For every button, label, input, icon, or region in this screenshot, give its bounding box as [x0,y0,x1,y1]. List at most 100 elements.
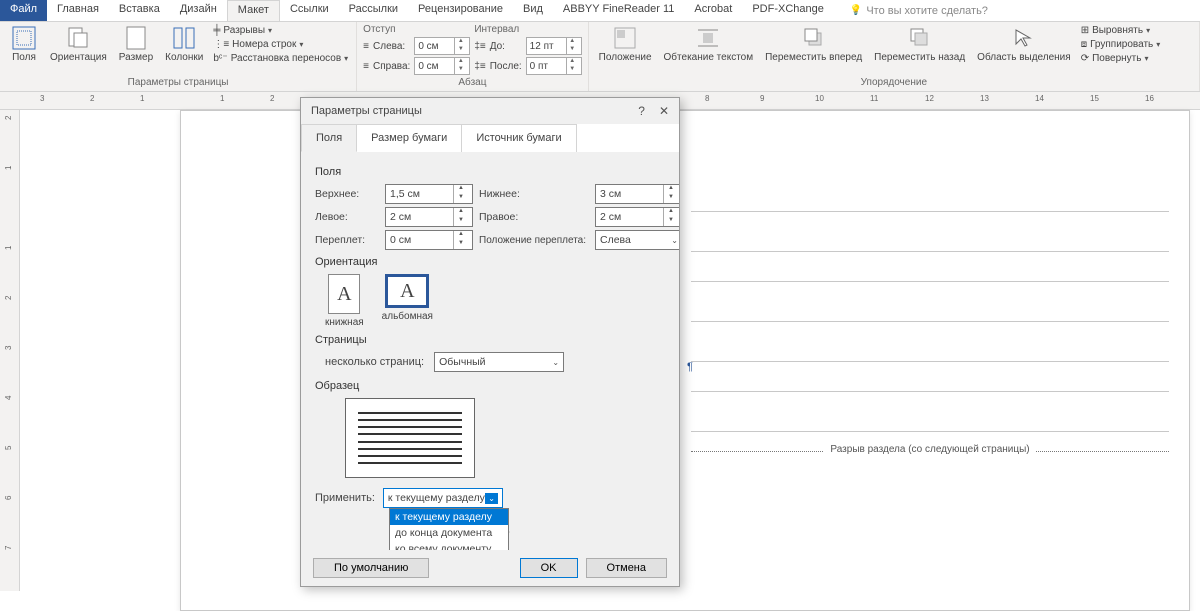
orientation-landscape[interactable]: A альбомная [382,274,433,328]
hyphenation-button[interactable]: bᶜ⁻Расстановка переносов▾ [211,52,350,65]
dialog-tab-paper[interactable]: Размер бумаги [356,124,462,152]
tab-review[interactable]: Рецензирование [408,0,513,21]
cancel-button[interactable]: Отмена [586,558,667,578]
tab-abbyy[interactable]: ABBYY FineReader 11 [553,0,685,21]
spin-up-icon[interactable]: ▲ [454,185,468,194]
backward-button[interactable]: Переместить назад [870,24,969,65]
table-line [691,431,1169,432]
spin-up-icon[interactable]: ▲ [664,208,678,217]
gutter-input[interactable]: 0 см▲▼ [385,230,473,250]
default-button[interactable]: По умолчанию [313,558,429,578]
columns-icon [170,26,198,50]
top-margin-input[interactable]: 1,5 см▲▼ [385,184,473,204]
orientation-button[interactable]: Ориентация [46,24,111,65]
dialog-tab-margins[interactable]: Поля [301,124,357,152]
gutter-label: Переплет: [315,234,379,246]
apply-to-dropdown: к текущему разделу до конца документа ко… [389,508,509,550]
size-label: Размер [119,52,153,63]
group-arrange: Положение Обтекание текстом Переместить … [589,22,1200,91]
table-line [691,361,1169,362]
spin-up-icon[interactable]: ▲ [566,38,578,46]
columns-button[interactable]: Колонки [161,24,207,65]
right-margin-input[interactable]: 2 см▲▼ [595,207,679,227]
forward-button[interactable]: Переместить вперед [761,24,866,65]
spin-up-icon[interactable]: ▲ [454,38,466,46]
bottom-margin-label: Нижнее: [479,188,589,200]
apply-to-select[interactable]: к текущему разделу⌄ [383,488,503,508]
spin-down-icon[interactable]: ▼ [454,66,466,74]
dialog-title: Параметры страницы [311,105,422,117]
indent-right-input[interactable]: 0 см▲▼ [414,57,470,75]
spacing-after-input[interactable]: 0 пт▲▼ [526,57,582,75]
spin-down-icon[interactable]: ▼ [664,217,678,226]
spin-up-icon[interactable]: ▲ [454,208,468,217]
tab-insert[interactable]: Вставка [109,0,170,21]
breaks-button[interactable]: ╪Разрывы▾ [211,24,350,37]
spin-down-icon[interactable]: ▼ [566,46,578,54]
spacing-after-label: После: [490,61,522,72]
tab-layout[interactable]: Макет [227,0,280,21]
table-line [691,281,1169,282]
position-icon [611,26,639,50]
spin-up-icon[interactable]: ▲ [454,231,468,240]
align-button[interactable]: ⊞Выровнять▾ [1079,24,1163,37]
ribbon-tabs: Файл Главная Вставка Дизайн Макет Ссылки… [0,0,1200,22]
orientation-icon [64,26,92,50]
gutter-pos-select[interactable]: Слева⌄ [595,230,679,250]
spin-down-icon[interactable]: ▼ [454,217,468,226]
tab-file[interactable]: Файл [0,0,47,21]
margins-label: Поля [12,52,36,63]
close-icon[interactable]: ✕ [659,104,669,118]
apply-option-current-section[interactable]: к текущему разделу [390,509,508,525]
tab-mailings[interactable]: Рассылки [339,0,408,21]
portrait-icon: A [328,274,360,314]
orientation-portrait[interactable]: A книжная [325,274,364,328]
columns-label: Колонки [165,52,203,63]
pages-section-label: Страницы [315,334,665,346]
left-margin-input[interactable]: 2 см▲▼ [385,207,473,227]
group-objects-button[interactable]: ⧈Группировать▾ [1079,38,1163,51]
dialog-tab-source[interactable]: Источник бумаги [461,124,576,152]
tab-pdfxchange[interactable]: PDF-XChange [742,0,834,21]
tell-me-search[interactable]: 💡 Что вы хотите сделать? [840,0,998,21]
spacing-before-input[interactable]: 12 пт▲▼ [526,37,582,55]
tab-home[interactable]: Главная [47,0,109,21]
indent-left-input[interactable]: 0 см▲▼ [414,37,470,55]
wrap-button[interactable]: Обтекание текстом [660,24,758,65]
spin-up-icon[interactable]: ▲ [664,185,678,194]
help-icon[interactable]: ? [638,104,645,118]
vertical-ruler[interactable]: 2 1 1 2 3 4 5 6 7 [0,110,20,591]
tab-references[interactable]: Ссылки [280,0,339,21]
section-break: Разрыв раздела (со следующей страницы) [691,451,1169,463]
margins-button[interactable]: Поля [6,24,42,65]
line-numbers-button[interactable]: ⋮≡Номера строк▾ [211,38,350,51]
multi-pages-select[interactable]: Обычный⌄ [434,352,564,372]
preview-section-label: Образец [315,380,665,392]
tell-me-label: Что вы хотите сделать? [866,5,988,17]
position-button[interactable]: Положение [595,24,656,65]
spacing-before-icon: ‡≡ [474,41,485,52]
size-button[interactable]: Размер [115,24,157,65]
rotate-button[interactable]: ⟳Повернуть▾ [1079,52,1163,65]
indent-right-label: Справа: [373,61,410,72]
bring-forward-icon [800,26,828,50]
ok-button[interactable]: OK [520,558,578,578]
paragraph-mark-icon: ¶ [687,361,693,373]
spin-up-icon[interactable]: ▲ [454,58,466,66]
selection-pane-button[interactable]: Область выделения [973,24,1075,65]
spin-down-icon[interactable]: ▼ [454,194,468,203]
tab-view[interactable]: Вид [513,0,553,21]
spin-up-icon[interactable]: ▲ [566,58,578,66]
spin-down-icon[interactable]: ▼ [566,66,578,74]
ribbon: Поля Ориентация Размер Колонки ╪Разрывы▾… [0,22,1200,92]
spin-down-icon[interactable]: ▼ [454,46,466,54]
group-paragraph: Отступ ≡Слева: 0 см▲▼ ≡Справа: 0 см▲▼ Ин… [357,22,589,91]
tab-acrobat[interactable]: Acrobat [684,0,742,21]
spin-down-icon[interactable]: ▼ [664,194,678,203]
apply-option-whole-doc[interactable]: ко всему документу [390,541,508,550]
spin-down-icon[interactable]: ▼ [454,240,468,249]
apply-option-end-of-doc[interactable]: до конца документа [390,525,508,541]
bottom-margin-input[interactable]: 3 см▲▼ [595,184,679,204]
chevron-down-icon: ▾ [1146,26,1150,35]
tab-design[interactable]: Дизайн [170,0,227,21]
